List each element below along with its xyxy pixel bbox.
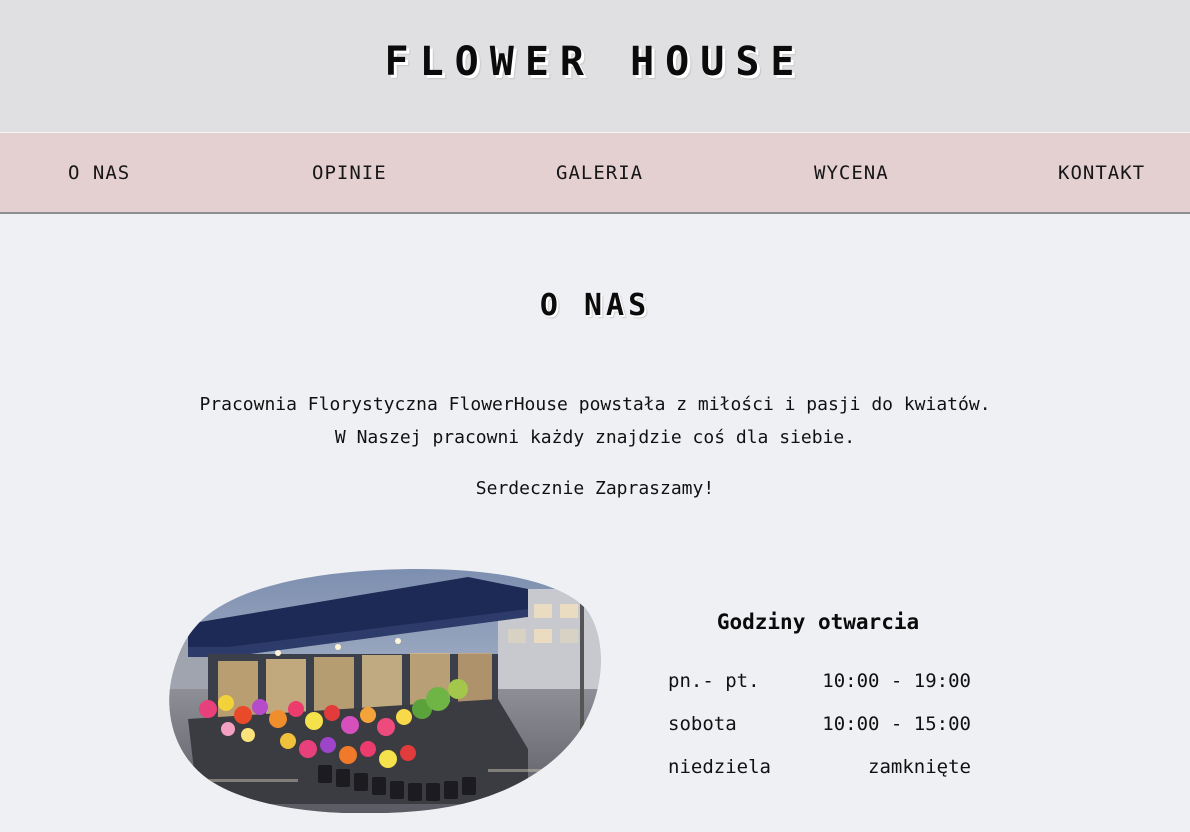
section-title: O NAS <box>539 288 651 323</box>
hours-row-saturday: sobota 10:00 - 15:00 <box>668 709 971 739</box>
site-header: FLOWER HOUSE <box>0 0 1190 132</box>
hours-day: sobota <box>668 713 737 735</box>
hours-row-sunday: niedziela zamknięte <box>668 752 971 782</box>
hours-time: 10:00 - 19:00 <box>822 670 971 692</box>
opening-hours-title: Godziny otwarcia <box>716 610 920 634</box>
hours-day: pn.- pt. <box>668 670 760 692</box>
hours-day: niedziela <box>668 756 771 778</box>
nav-item-opinie[interactable]: OPINIE <box>312 133 387 213</box>
invite-text: Serdecznie Zapraszamy! <box>475 478 715 499</box>
about-paragraph: Pracownia Florystyczna FlowerHouse powst… <box>199 394 991 448</box>
main-nav: O NAS OPINIE GALERIA WYCENA KONTAKT <box>0 132 1190 214</box>
nav-item-galeria[interactable]: GALERIA <box>556 133 643 213</box>
nav-item-wycena[interactable]: WYCENA <box>814 133 889 213</box>
flower-shop-photo <box>169 569 601 813</box>
site-title: FLOWER HOUSE <box>384 39 806 85</box>
hours-row-weekdays: pn.- pt. 10:00 - 19:00 <box>668 666 971 696</box>
nav-item-o-nas[interactable]: O NAS <box>68 133 130 213</box>
nav-item-kontakt[interactable]: KONTAKT <box>1058 133 1145 213</box>
hours-time: zamknięte <box>868 756 971 778</box>
hours-time: 10:00 - 15:00 <box>822 713 971 735</box>
